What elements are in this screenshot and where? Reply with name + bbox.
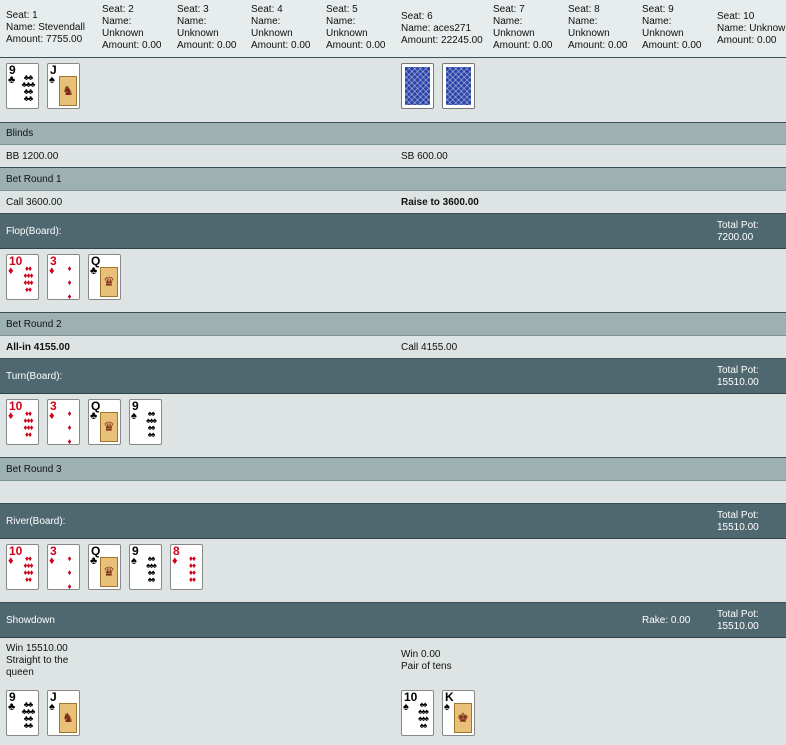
card-j-spades: J ♠ ♞ [47, 63, 80, 109]
seat-8: Seat: 8 Name: Unknown Amount: 0.00 [568, 4, 628, 51]
card-8-diamonds: 8 ♦ ♦♦ ♦♦ ♦♦ ♦♦ [170, 544, 203, 590]
rake: Rake: 0.00 [642, 615, 691, 626]
card-9-clubs: 9 ♣ ♣♣ ♣♣♣ ♣♣ ♣♣ [6, 690, 39, 736]
card-9-spades: 9 ♠ ♠♠ ♠♠♠ ♠♠ ♠♠ [129, 399, 162, 445]
seat-7: Seat: 7 Name: Unknown Amount: 0.00 [493, 4, 553, 51]
seat-4: Seat: 4 Name: Unknown Amount: 0.00 [251, 4, 311, 51]
turn-header: Turn(Board): Total Pot: 15510.00 [0, 359, 786, 394]
seat-2: Seat: 2 Name: Unknown Amount: 0.00 [102, 4, 162, 51]
card-q-clubs: Q ♣ ♛ [88, 544, 121, 590]
card-9-spades: 9 ♠ ♠♠ ♠♠♠ ♠♠ ♠♠ [129, 544, 162, 590]
hole-cards-row: 9 ♣ ♣♣ ♣♣♣ ♣♣ ♣♣ J ♠ ♞ [0, 58, 786, 123]
pips: ♣♣ ♣♣♣ ♣♣ ♣♣ [21, 73, 36, 103]
total-pot: Total Pot: 15510.00 [717, 510, 759, 533]
card-10-spades: 10 ♠ ♠♠ ♠♠♠ ♠♠♠ ♠♠ [401, 690, 434, 736]
total-pot: Total Pot: 15510.00 [717, 609, 759, 632]
bet-round-3-row [0, 481, 786, 504]
card-back-icon [442, 63, 475, 109]
queen-face-icon: ♛ [100, 412, 118, 442]
jack-face-icon: ♞ [59, 703, 77, 733]
seat-6-result: Win 0.00 Pair of tens [401, 649, 452, 672]
card-10-diamonds: 10 ♦ ♦♦ ♦♦♦ ♦♦♦ ♦♦ [6, 399, 39, 445]
showdown-cards-row: 9 ♣ ♣♣ ♣♣♣ ♣♣ ♣♣ J ♠ ♞ 10 ♠ ♠♠ ♠♠♠ ♠♠♠ ♠♠ K ♠ … [0, 686, 786, 745]
total-pot: Total Pot: 15510.00 [717, 365, 759, 388]
card-q-clubs: Q ♣ ♛ [88, 254, 121, 300]
queen-face-icon: ♛ [100, 267, 118, 297]
blinds-header: Blinds [0, 123, 786, 145]
jack-face-icon: ♞ [59, 76, 77, 106]
card-3-diamonds: 3 ♦ ♦ ♦ ♦ [47, 544, 80, 590]
turn-cards-row: 10 ♦ ♦♦ ♦♦♦ ♦♦♦ ♦♦ 3 ♦ ♦ ♦ ♦ Q ♣ ♛ 9 ♠ ♠♠ ♠♠♠ ♠… [0, 394, 786, 458]
card-10-diamonds: 10 ♦ ♦♦ ♦♦♦ ♦♦♦ ♦♦ [6, 254, 39, 300]
bet-round-2-header: Bet Round 2 [0, 313, 786, 336]
seat-5: Seat: 5 Name: Unknown Amount: 0.00 [326, 4, 386, 51]
river-header: River(Board): Total Pot: 15510.00 [0, 504, 786, 539]
showdown-results-row: Win 15510.00 Straight to the queen Win 0… [0, 638, 786, 686]
queen-face-icon: ♛ [100, 557, 118, 587]
bet-round-3-header: Bet Round 3 [0, 458, 786, 481]
seat-1-result: Win 15510.00 Straight to the queen [6, 643, 69, 678]
seat-10: Seat: 10 Name: Unknown Amount: 0.00 [717, 11, 786, 46]
seats-header: Seat: 1 Name: Stevendall Amount: 7755.00… [0, 0, 786, 58]
seat-6: Seat: 6 Name: aces271 Amount: 22245.00 [401, 11, 483, 46]
card-j-spades: J ♠ ♞ [47, 690, 80, 736]
blinds-row: BB 1200.00 SB 600.00 [0, 145, 786, 168]
card-3-diamonds: 3 ♦ ♦ ♦ ♦ [47, 399, 80, 445]
flop-header: Flop(Board): Total Pot: 7200.00 [0, 214, 786, 249]
card-3-diamonds: 3 ♦ ♦ ♦ ♦ [47, 254, 80, 300]
seat-1: Seat: 1 Name: Stevendall Amount: 7755.00 [6, 10, 85, 45]
bet-round-2-row: All-in 4155.00 Call 4155.00 [0, 336, 786, 359]
card-q-clubs: Q ♣ ♛ [88, 399, 121, 445]
bet-round-1-row: Call 3600.00 Raise to 3600.00 [0, 191, 786, 214]
seat-3: Seat: 3 Name: Unknown Amount: 0.00 [177, 4, 237, 51]
card-back-icon [401, 63, 434, 109]
seat-9: Seat: 9 Name: Unknown Amount: 0.00 [642, 4, 702, 51]
card-k-spades: K ♠ ♚ [442, 690, 475, 736]
flop-cards-row: 10 ♦ ♦♦ ♦♦♦ ♦♦♦ ♦♦ 3 ♦ ♦ ♦ ♦ Q ♣ ♛ [0, 249, 786, 313]
showdown-header: Showdown Rake: 0.00 Total Pot: 15510.00 [0, 603, 786, 638]
total-pot: Total Pot: 7200.00 [717, 220, 759, 243]
king-face-icon: ♚ [454, 703, 472, 733]
card-9-clubs: 9 ♣ ♣♣ ♣♣♣ ♣♣ ♣♣ [6, 63, 39, 109]
card-10-diamonds: 10 ♦ ♦♦ ♦♦♦ ♦♦♦ ♦♦ [6, 544, 39, 590]
bet-round-1-header: Bet Round 1 [0, 168, 786, 191]
river-cards-row: 10 ♦ ♦♦ ♦♦♦ ♦♦♦ ♦♦ 3 ♦ ♦ ♦ ♦ Q ♣ ♛ 9 ♠ ♠♠ ♠♠♠ ♠… [0, 539, 786, 603]
